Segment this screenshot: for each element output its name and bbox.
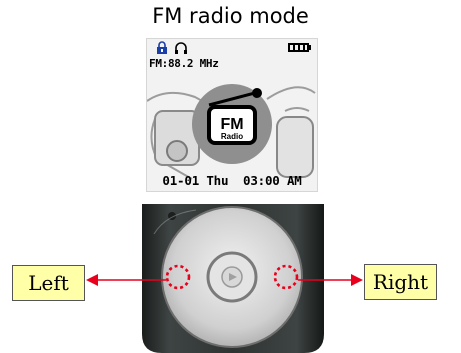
right-arrow-icon: [298, 274, 363, 286]
right-wheel-button[interactable]: [273, 264, 299, 290]
left-arrow-icon: [86, 274, 166, 286]
right-label: Right: [364, 264, 437, 300]
left-label: Left: [12, 265, 85, 301]
left-wheel-button[interactable]: [165, 264, 191, 290]
